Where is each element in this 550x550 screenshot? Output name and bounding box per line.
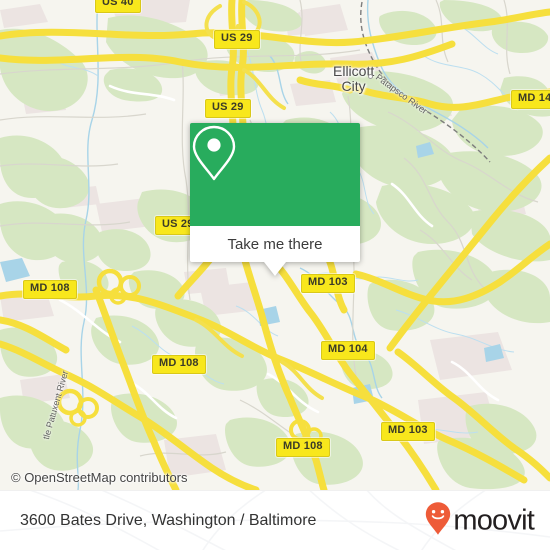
moovit-brand[interactable]: moovit xyxy=(425,501,535,540)
shield-md-108-west: MD 108 xyxy=(23,280,77,299)
shield-md-108-south: MD 108 xyxy=(276,438,330,457)
shield-md-108-center: MD 108 xyxy=(152,355,206,374)
callout-image-area xyxy=(190,123,360,226)
shield-md-144: MD 144 xyxy=(511,90,550,109)
shield-md-103-south: MD 103 xyxy=(381,422,435,441)
place-marker-dot xyxy=(368,74,373,79)
callout-tail xyxy=(264,262,286,276)
callout-action-bar[interactable]: Take me there xyxy=(190,226,360,262)
shield-us-29-north: US 29 xyxy=(214,30,260,49)
destination-callout[interactable]: Take me there xyxy=(190,123,360,276)
footer-bar: 3600 Bates Drive, Washington / Baltimore… xyxy=(0,490,550,550)
shield-md-104: MD 104 xyxy=(321,341,375,360)
take-me-there-label: Take me there xyxy=(227,235,323,253)
map-canvas[interactable]: .park { fill:#d6e7c2; } .urban { fill:#e… xyxy=(0,0,550,490)
page-title: 3600 Bates Drive, Washington / Baltimore xyxy=(20,511,317,529)
moovit-wordmark: moovit xyxy=(453,504,534,536)
shield-us-40-top: US 40 xyxy=(95,0,141,13)
map-screenshot: .park { fill:#d6e7c2; } .urban { fill:#e… xyxy=(0,0,550,550)
shield-us-29-mid: US 29 xyxy=(205,99,251,118)
map-attribution[interactable]: © OpenStreetMap contributors xyxy=(11,470,188,485)
shield-md-103-north: MD 103 xyxy=(301,274,355,293)
moovit-smiley-pin-icon xyxy=(425,501,451,540)
